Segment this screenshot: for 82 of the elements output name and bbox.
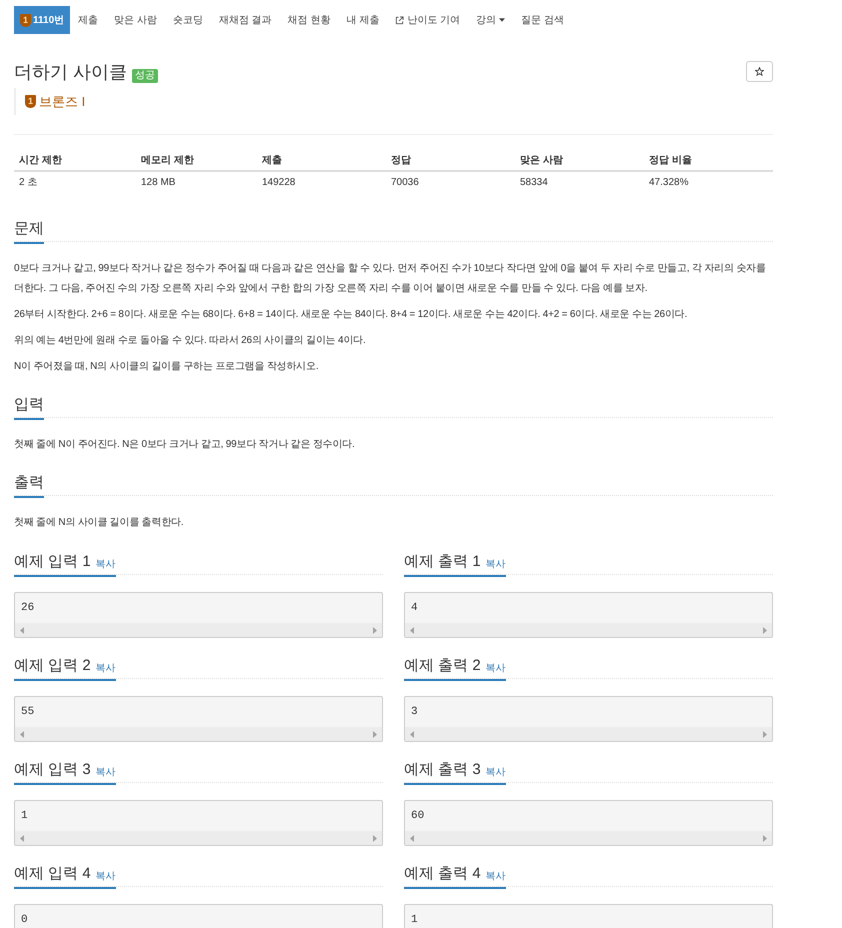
copy-link[interactable]: 복사 xyxy=(486,869,506,884)
sample-data: 4 xyxy=(410,601,419,616)
left-arrow-icon xyxy=(20,626,24,634)
section-title: 예제 입력 2 xyxy=(14,656,91,676)
right-arrow-icon xyxy=(373,626,377,634)
problem-paragraph: 첫째 줄에 N이 주어진다. N은 0보다 크거나 같고, 99보다 작거나 같은 정수이다. xyxy=(14,438,356,452)
table-cell-text: 149228 xyxy=(261,176,296,190)
copy-link[interactable]: 복사 xyxy=(96,869,116,884)
horizontal-scrollbar[interactable] xyxy=(405,727,772,741)
nav-tab[interactable]: 재채점 결과 xyxy=(210,6,280,34)
left-arrow-icon xyxy=(410,834,414,842)
external-link-icon xyxy=(395,16,404,24)
nav-tab[interactable]: 채점 현황 xyxy=(280,6,338,34)
nav-tab[interactable]: 내 제출 xyxy=(338,6,388,34)
tier-label: 브론즈 I xyxy=(39,92,86,111)
section-title: 입력 xyxy=(14,395,44,415)
right-arrow-icon xyxy=(373,730,377,738)
right-arrow-icon xyxy=(763,730,767,738)
table-cell-text: 2 초 xyxy=(18,176,38,190)
sample-data: 1 xyxy=(410,913,419,928)
copy-link[interactable]: 복사 xyxy=(96,661,116,676)
section-title: 예제 입력 4 xyxy=(14,864,91,884)
nav-tab[interactable]: 강의 xyxy=(468,6,514,34)
sample-data: 1 xyxy=(20,809,29,824)
problem-paragraph: 위의 예는 4번만에 원래 수로 돌아올 수 있다. 따라서 26의 사이클의 길이는 4이다. xyxy=(14,334,367,348)
section-title: 예제 입력 3 xyxy=(14,760,91,780)
nav-tab[interactable]: 맞은 사람 xyxy=(106,6,165,34)
section-title: 예제 출력 1 xyxy=(404,552,481,572)
sample-data: 0 xyxy=(20,913,29,928)
horizontal-scrollbar[interactable] xyxy=(15,727,382,741)
problem-paragraph: 26부터 시작한다. 2+6 = 8이다. 새로운 수는 68이다. 6+8 = 14이다. 새로운 수는 84이다. 8+4 = 12이다. 새로운 수는 42이다. 4+2 = 6이다. 새로운 수는 26이다. xyxy=(14,308,688,322)
horizontal-scrollbar[interactable] xyxy=(405,831,772,845)
column-header: 정답 비율 xyxy=(648,154,693,168)
problem-paragraph: 첫째 줄에 N의 사이클 길이를 출력한다. xyxy=(14,516,184,530)
table-cell-text: 47.328% xyxy=(648,176,690,190)
problem-paragraph: 0보다 크거나 같고, 99보다 작거나 같은 정수가 주어질 때 다음과 같은 연산을 할 수 있다. 먼저 주어진 수가 10보다 작다면 앞에 0을 붙여 두 자리 수로 만들고, 각 자리의 숫자를 더한다. 그 다음, 주어진 수의 가장 오른쪽 자리 수와 앞에서 구한 합의 가장 오른쪽 자리 수를 이어 붙이면 새로운 수를 만들 수 있다. 다음 예를 보자. xyxy=(14,262,767,296)
right-arrow-icon xyxy=(763,834,767,842)
left-arrow-icon xyxy=(410,626,414,634)
right-arrow-icon xyxy=(763,626,767,634)
section-title: 출력 xyxy=(14,473,44,493)
tier-badge: 1 xyxy=(25,95,36,108)
problem-paragraph: N이 주어졌을 때, N의 사이클의 길이를 구하는 프로그램을 작성하시오. xyxy=(14,360,320,374)
sample-data: 3 xyxy=(410,705,419,720)
copy-link[interactable]: 복사 xyxy=(486,765,506,780)
star-button[interactable] xyxy=(746,61,773,82)
column-header: 제출 xyxy=(261,154,283,168)
table-cell-text: 128 MB xyxy=(140,176,176,190)
problem-title: 더하기 사이클 xyxy=(14,61,128,84)
section-title: 예제 출력 3 xyxy=(404,760,481,780)
sample-data: 55 xyxy=(20,705,36,720)
nav-tab[interactable]: 제출 xyxy=(70,6,106,34)
column-header: 메모리 제한 xyxy=(140,154,195,168)
section-title: 문제 xyxy=(14,219,44,239)
horizontal-scrollbar[interactable] xyxy=(15,623,382,637)
column-header: 시간 제한 xyxy=(18,154,63,168)
nav-tab[interactable]: 숏코딩 xyxy=(164,6,211,34)
section-title: 예제 출력 4 xyxy=(404,864,481,884)
column-header: 맞은 사람 xyxy=(519,154,564,168)
sample-data: 26 xyxy=(20,601,36,616)
right-arrow-icon xyxy=(373,834,377,842)
sample-data: 60 xyxy=(410,809,426,824)
copy-link[interactable]: 복사 xyxy=(96,765,116,780)
horizontal-scrollbar[interactable] xyxy=(15,831,382,845)
left-arrow-icon xyxy=(410,730,414,738)
column-header: 정답 xyxy=(390,154,412,168)
table-cell-text: 70036 xyxy=(390,176,420,190)
star-icon xyxy=(755,67,764,76)
copy-link[interactable]: 복사 xyxy=(96,557,116,572)
tier-badge: 1 xyxy=(20,14,31,26)
nav-tab[interactable]: 1 1110번 xyxy=(14,6,70,34)
nav-tab[interactable]: 난이도 기여 xyxy=(387,6,468,34)
copy-link[interactable]: 복사 xyxy=(486,661,506,676)
section-title: 예제 입력 1 xyxy=(14,552,91,572)
copy-link[interactable]: 복사 xyxy=(486,557,506,572)
horizontal-scrollbar[interactable] xyxy=(405,623,772,637)
nav-tab[interactable]: 질문 검색 xyxy=(513,6,572,34)
left-arrow-icon xyxy=(20,834,24,842)
section-title: 예제 출력 2 xyxy=(404,656,481,676)
caret-icon xyxy=(499,18,506,22)
left-arrow-icon xyxy=(20,730,24,738)
status-badge: 성공 xyxy=(132,69,158,83)
table-cell-text: 58334 xyxy=(519,176,549,190)
